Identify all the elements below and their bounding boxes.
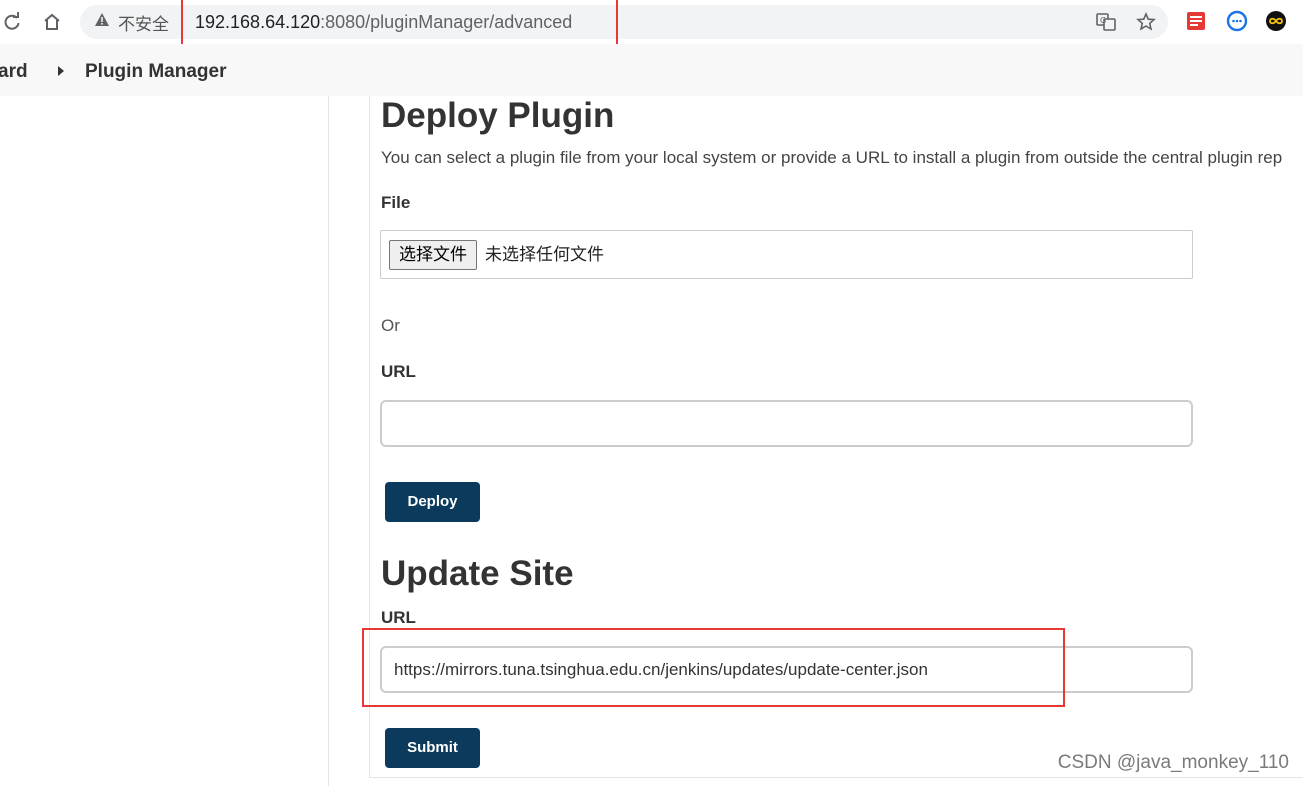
plugin-file-input[interactable]: 选择文件 未选择任何文件	[380, 230, 1193, 279]
breadcrumb: ard Plugin Manager	[0, 44, 1303, 96]
breadcrumb-item-dashboard[interactable]: ard	[0, 44, 28, 96]
translate-icon[interactable]: G	[1094, 10, 1118, 34]
home-icon[interactable]	[38, 8, 66, 36]
update-url-highlight-box	[362, 628, 1065, 707]
deploy-plugin-description: You can select a plugin file from your l…	[381, 148, 1283, 167]
bookmark-star-icon[interactable]	[1134, 10, 1158, 34]
site-security-indicator[interactable]: 不安全	[94, 5, 169, 39]
deploy-button[interactable]: Deploy	[385, 482, 480, 522]
or-separator: Or	[381, 316, 400, 335]
submit-button[interactable]: Submit	[385, 728, 480, 768]
file-label: File	[381, 193, 411, 212]
chevron-right-icon[interactable]	[58, 66, 64, 76]
extension-note-icon[interactable]	[1185, 10, 1209, 34]
reload-icon[interactable]	[0, 8, 26, 36]
deploy-url-label: URL	[381, 362, 416, 381]
watermark: CSDN @java_monkey_110	[1057, 752, 1289, 773]
url-highlight-box	[181, 0, 618, 49]
content-border-bottom	[369, 777, 1303, 778]
sidebar-divider	[328, 96, 329, 786]
extension-infinity-icon[interactable]	[1265, 10, 1289, 34]
deploy-url-input[interactable]	[380, 400, 1193, 447]
update-site-title: Update Site	[381, 554, 574, 593]
deploy-plugin-title: Deploy Plugin	[381, 96, 615, 135]
extension-chat-icon[interactable]	[1226, 10, 1250, 34]
breadcrumb-item-plugin-manager[interactable]: Plugin Manager	[85, 44, 226, 96]
warning-icon	[94, 12, 110, 32]
update-site-url-label: URL	[381, 608, 416, 627]
security-label: 不安全	[118, 14, 169, 34]
file-status-text: 未选择任何文件	[485, 245, 604, 265]
choose-file-button[interactable]: 选择文件	[389, 240, 477, 270]
svg-text:G: G	[1100, 16, 1106, 25]
